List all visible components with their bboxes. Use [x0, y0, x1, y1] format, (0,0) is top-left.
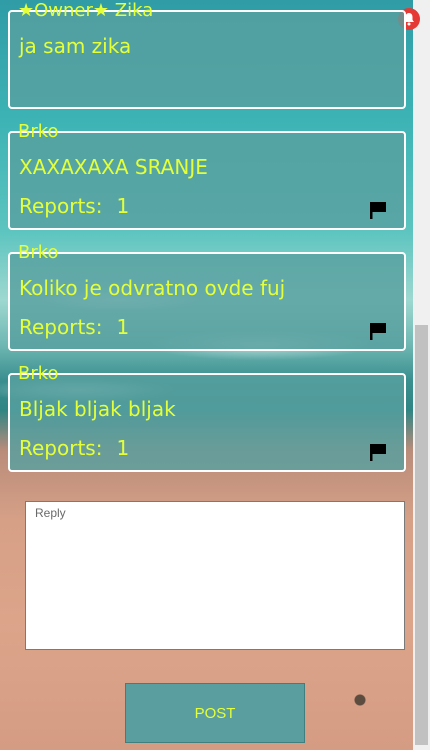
- reports-label: Reports:: [19, 315, 103, 339]
- reports-count: 1: [116, 194, 130, 218]
- comment-text: Bljak bljak bljak: [19, 397, 176, 421]
- reports-count: 1: [116, 315, 130, 339]
- post-button[interactable]: POST: [125, 683, 305, 743]
- comment-card: ★Owner★ Zika ja sam zika: [8, 0, 406, 109]
- reports-info: Reports: 1: [19, 436, 129, 460]
- comment-author: Brko: [18, 242, 59, 263]
- comment-text: ja sam zika: [19, 34, 132, 58]
- comment-card: Brko Koliko je odvratno ovde fuj Reports…: [8, 242, 406, 351]
- reports-count: 1: [116, 436, 130, 460]
- flag-icon[interactable]: [368, 321, 388, 341]
- comment-text: XAXAXAXA SRANJE: [19, 155, 208, 179]
- comment-card: Brko XAXAXAXA SRANJE Reports: 1: [8, 121, 406, 230]
- comment-author: ★Owner★ Zika: [18, 0, 154, 21]
- scrollbar-thumb[interactable]: [415, 325, 428, 745]
- comment-author: Brko: [18, 121, 59, 142]
- reports-label: Reports:: [19, 194, 103, 218]
- comment-card: Brko Bljak bljak bljak Reports: 1: [8, 363, 406, 472]
- comment-author: Brko: [18, 363, 59, 384]
- reports-label: Reports:: [19, 436, 103, 460]
- flag-icon[interactable]: [368, 442, 388, 462]
- reports-info: Reports: 1: [19, 194, 129, 218]
- reports-info: Reports: 1: [19, 315, 129, 339]
- reply-input[interactable]: [25, 501, 405, 650]
- comment-text: Koliko je odvratno ovde fuj: [19, 276, 286, 300]
- flag-icon[interactable]: [368, 200, 388, 220]
